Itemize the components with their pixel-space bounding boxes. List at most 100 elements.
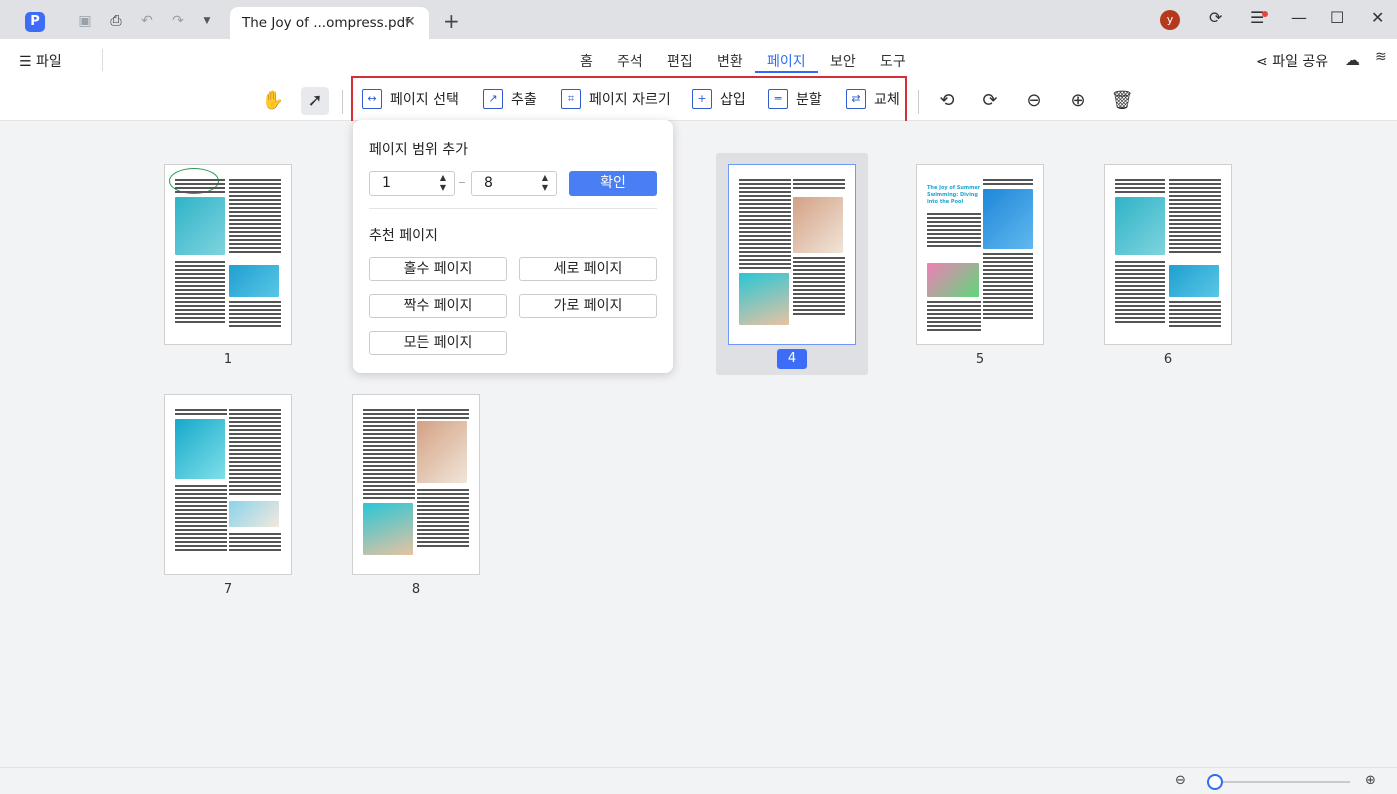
avatar[interactable]: y: [1160, 10, 1180, 30]
landscape-pages-button[interactable]: 가로 페이지: [519, 294, 657, 318]
page-image: [739, 273, 789, 325]
quick-access-dropdown-icon[interactable]: ▼: [198, 12, 216, 30]
crop-icon: ⌗: [561, 89, 581, 109]
hand-tool-icon[interactable]: ✋: [259, 87, 287, 115]
save-icon[interactable]: ▣: [76, 12, 94, 30]
page-thumbnail-1[interactable]: [164, 164, 292, 345]
app-logo-icon: P: [25, 12, 45, 32]
page-number-6: 6: [1163, 352, 1173, 367]
text-column: [175, 409, 227, 417]
insert-button[interactable]: + 삽입: [692, 89, 746, 113]
status-bar: ⊖ ⊕: [0, 767, 1397, 794]
popup-title: 페이지 범위 추가: [369, 142, 469, 158]
tab-annotate[interactable]: 주석: [617, 51, 643, 71]
file-menu[interactable]: ☰ 파일: [19, 51, 62, 71]
page-number-8: 8: [411, 582, 421, 597]
select-page-label: 페이지 선택: [390, 92, 459, 108]
tab-home[interactable]: 홈: [580, 51, 593, 71]
share-icon: ⋖: [1256, 54, 1273, 70]
divider: [102, 49, 103, 71]
page-image: [927, 263, 979, 297]
text-column: [175, 485, 227, 553]
zoom-out-icon[interactable]: ⊖: [1175, 773, 1186, 788]
range-to-value: 8: [484, 175, 493, 191]
page-number-1: 1: [223, 352, 233, 367]
text-column: [417, 409, 469, 421]
crop-page-button[interactable]: ⌗ 페이지 자르기: [561, 89, 671, 113]
page-thumbnail-4[interactable]: [728, 164, 856, 345]
print-icon[interactable]: ⎙: [107, 12, 125, 30]
share-button[interactable]: ⋖ 파일 공유: [1256, 51, 1328, 71]
page-image: [793, 197, 843, 253]
zoom-out-icon[interactable]: ⊖: [1020, 87, 1048, 115]
rotate-left-icon[interactable]: ⟲: [933, 87, 961, 115]
even-pages-button[interactable]: 짝수 페이지: [369, 294, 507, 318]
select-page-button[interactable]: ↔ 페이지 선택: [362, 89, 459, 113]
page-thumbnail-8[interactable]: [352, 394, 480, 575]
text-column: [1115, 261, 1165, 325]
range-from-input[interactable]: 1 ▲ ▼: [369, 171, 455, 196]
page-image: [363, 503, 413, 555]
portrait-pages-button[interactable]: 세로 페이지: [519, 257, 657, 281]
insert-label: 삽입: [720, 92, 746, 108]
page-number-4: 4: [777, 349, 807, 369]
document-tab[interactable]: The Joy of ...ompress.pdf ✕: [230, 7, 429, 39]
insert-icon: +: [692, 89, 712, 109]
delete-page-icon[interactable]: 🗑: [1108, 87, 1136, 115]
split-button[interactable]: ═ 분할: [768, 89, 822, 113]
page-thumbnail-5[interactable]: The Joy of Summer Swimming: Diving into …: [916, 164, 1044, 345]
tab-convert[interactable]: 변환: [717, 51, 743, 71]
zoom-in-icon[interactable]: ⊕: [1064, 87, 1092, 115]
extract-button[interactable]: ↗ 추출: [483, 89, 537, 113]
range-to-input[interactable]: 8 ▲ ▼: [471, 171, 557, 196]
text-column: [793, 179, 845, 191]
redo-icon[interactable]: ↷: [169, 12, 187, 30]
divider: [369, 208, 657, 209]
zoom-in-icon[interactable]: ⊕: [1365, 773, 1376, 788]
page-number-7: 7: [223, 582, 233, 597]
all-pages-button[interactable]: 모든 페이지: [369, 331, 507, 355]
text-column: [229, 409, 281, 497]
select-page-icon: ↔: [362, 89, 382, 109]
text-column: [229, 301, 281, 329]
maximize-icon[interactable]: ☐: [1330, 8, 1344, 27]
zoom-slider-track[interactable]: [1207, 781, 1350, 783]
text-column: [927, 213, 981, 249]
title-bar: P ▣ ⎙ ↶ ↷ ▼ The Joy of ...ompress.pdf ✕ …: [0, 0, 1397, 39]
split-icon: ═: [768, 89, 788, 109]
upload-cloud-icon[interactable]: ☁: [1345, 51, 1360, 69]
page-number-5: 5: [975, 352, 985, 367]
share-label: 파일 공유: [1272, 54, 1329, 70]
zoom-slider-handle[interactable]: [1207, 774, 1223, 790]
select-tool-icon[interactable]: ➚: [301, 87, 329, 115]
tab-page[interactable]: 페이지: [767, 51, 806, 71]
text-column: [1169, 179, 1221, 255]
close-window-icon[interactable]: ✕: [1371, 8, 1384, 27]
odd-pages-button[interactable]: 홀수 페이지: [369, 257, 507, 281]
page-image: [229, 265, 279, 297]
collapse-ribbon-icon[interactable]: ≋: [1375, 49, 1387, 65]
range-separator: [459, 182, 465, 183]
text-column: [363, 409, 415, 501]
rotate-right-icon[interactable]: ⟳: [976, 87, 1004, 115]
page-image: [983, 189, 1033, 249]
tab-edit[interactable]: 편집: [667, 51, 693, 71]
text-column: [983, 253, 1033, 321]
text-column: [175, 179, 225, 195]
tab-security[interactable]: 보안: [830, 51, 856, 71]
confirm-button[interactable]: 확인: [569, 171, 657, 196]
page-thumbnail-6[interactable]: [1104, 164, 1232, 345]
close-tab-icon[interactable]: ✕: [404, 14, 416, 30]
replace-button[interactable]: ⇄ 교체: [846, 89, 900, 113]
page-thumbnail-7[interactable]: [164, 394, 292, 575]
sync-icon[interactable]: ⟳: [1209, 8, 1222, 27]
tab-tools[interactable]: 도구: [880, 51, 906, 71]
stepper-arrows-icon[interactable]: ▲ ▼: [440, 173, 446, 193]
minimize-icon[interactable]: —: [1291, 8, 1307, 27]
new-tab-icon[interactable]: +: [443, 9, 460, 33]
text-column: [417, 489, 469, 549]
divider: [342, 90, 343, 114]
undo-icon[interactable]: ↶: [138, 12, 156, 30]
stepper-arrows-icon[interactable]: ▲ ▼: [542, 173, 548, 193]
page-image: [175, 197, 225, 255]
